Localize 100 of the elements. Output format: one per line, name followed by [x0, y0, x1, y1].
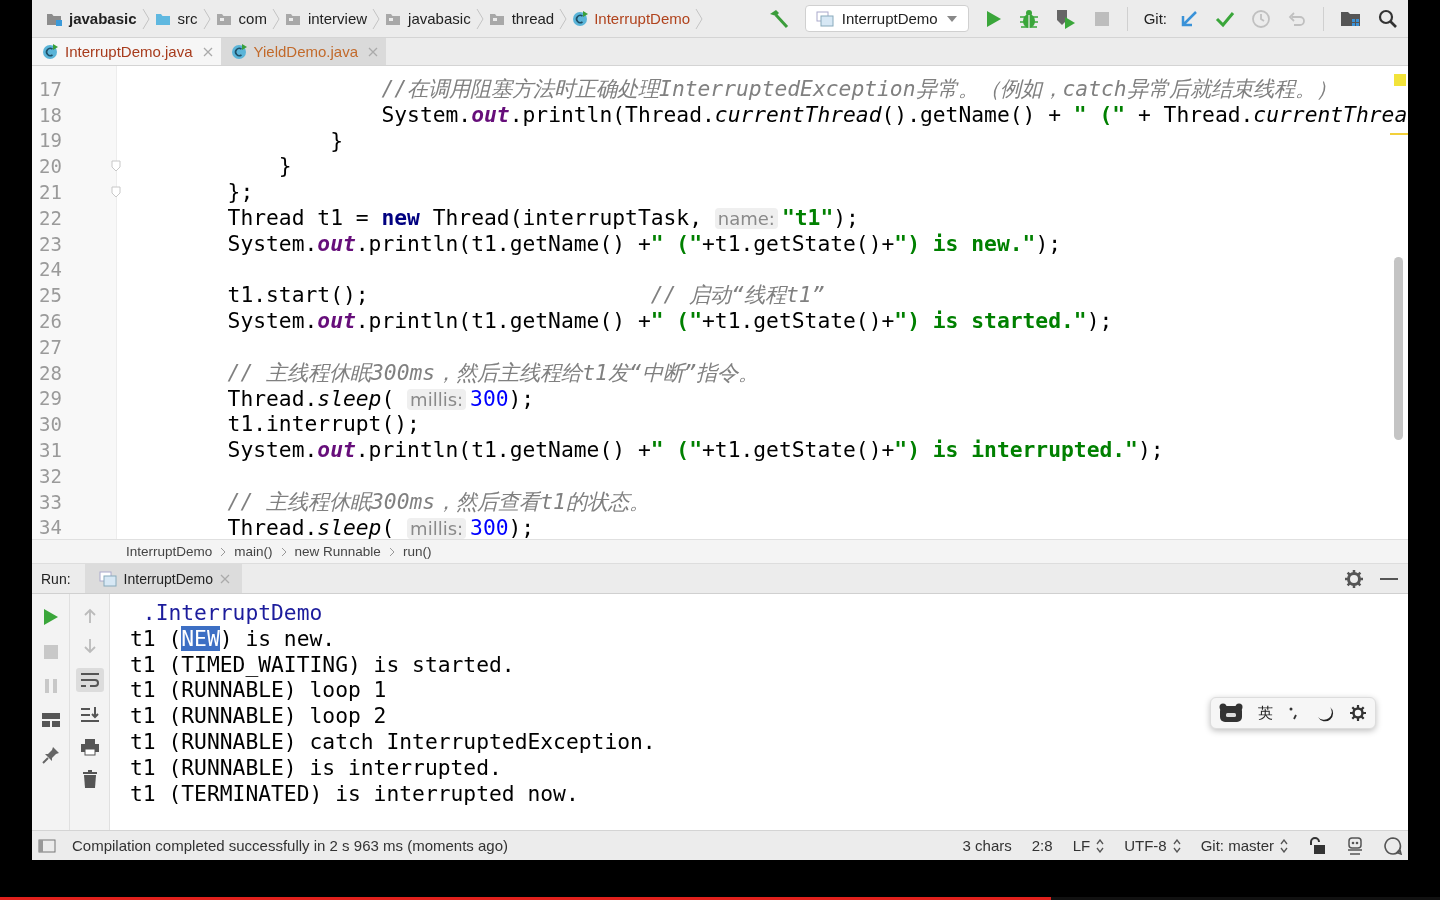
run-icon[interactable] [984, 8, 1003, 29]
console-line: t1 (NEW) is new. [130, 625, 336, 652]
line-number: 28 [39, 361, 62, 384]
pin-icon[interactable] [41, 746, 60, 764]
chevron-icon [220, 546, 227, 557]
shield-play-icon[interactable] [1054, 7, 1077, 30]
breadcrumb-item[interactable]: run() [402, 544, 432, 559]
breadcrumb-item[interactable]: new Runnable [294, 544, 381, 559]
encoding-widget[interactable]: UTF-8 [1124, 837, 1181, 854]
inspector-icon[interactable] [1346, 835, 1364, 856]
line-number: 31 [39, 439, 62, 462]
close-icon[interactable] [202, 46, 213, 57]
code-line: } [277, 153, 292, 180]
status-message: Compilation completed successfully in 2 s 963 ms (moments ago) [72, 837, 509, 854]
stop-icon[interactable] [1092, 9, 1111, 28]
code-line: } [329, 127, 343, 154]
warning-marker[interactable] [1394, 74, 1406, 86]
line-number: 33 [39, 490, 62, 513]
breadcrumb-item[interactable]: com [215, 10, 267, 27]
run-label: Run: [41, 570, 71, 587]
printer-icon[interactable] [79, 738, 100, 756]
chevron-icon [141, 7, 150, 30]
code-line: t1.start(); // 启动“线程t1” [226, 282, 825, 309]
video-progress-track[interactable] [0, 897, 1440, 900]
fold-marker-icon[interactable] [111, 186, 121, 199]
code-line: // 主线程休眠300ms，然后主线程给t1发“中断”指令。 [226, 359, 760, 386]
code-line: Thread.sleep( millis: 300); [226, 385, 535, 412]
breadcrumb-item[interactable]: javabasic [385, 10, 471, 27]
search-icon[interactable] [1378, 8, 1398, 29]
up-arrow-icon[interactable] [82, 608, 97, 624]
console-line: t1 (RUNNABLE) loop 1 [130, 677, 387, 704]
class-icon [572, 10, 590, 27]
line-number: 30 [39, 413, 62, 436]
line-number: 25 [39, 284, 62, 307]
line-number: 32 [39, 464, 62, 487]
console-line: t1 (TERMINATED) is interrupted now. [130, 780, 579, 807]
breadcrumb-item[interactable]: thread [488, 10, 555, 27]
chevron-icon [388, 546, 395, 557]
code-line: // 主线程休眠300ms，然后查看t1的状态。 [226, 488, 650, 515]
run-icon[interactable] [42, 608, 59, 626]
warning-marker[interactable] [1390, 133, 1408, 135]
breadcrumb-item[interactable]: main() [234, 544, 273, 559]
code-line: System.out.println(t1.getName() +" ("+t1.getState()+") is interrupted."); [226, 437, 1164, 463]
bug-icon[interactable] [1018, 8, 1039, 29]
line-separator-widget[interactable]: LF [1072, 837, 1105, 854]
layout-icon[interactable] [40, 712, 61, 728]
code-line: Thread.sleep( millis: 300); [226, 514, 535, 539]
close-icon[interactable] [368, 46, 379, 57]
console-line: t1 (TIMED_WAITING) is started. [130, 651, 515, 678]
arrow-icon[interactable] [1179, 8, 1199, 29]
up-down-icon [1280, 838, 1288, 853]
chevron-icon [475, 7, 484, 30]
git-label: Git: [1143, 10, 1167, 27]
chevron-icon [202, 7, 211, 30]
console-line: t1 (RUNNABLE) catch InterruptedException. [130, 729, 656, 755]
window-icon [815, 10, 834, 27]
line-number: 19 [39, 129, 62, 152]
clock-icon[interactable] [1251, 8, 1271, 29]
settings-icon[interactable] [1344, 568, 1364, 589]
settings-icon[interactable] [1349, 704, 1368, 722]
up-down-icon [1172, 838, 1181, 853]
fold-marker-icon[interactable] [111, 160, 121, 173]
breadcrumb-item[interactable]: javabasic [46, 10, 137, 27]
window-icon [98, 570, 117, 587]
line-number: 21 [39, 181, 62, 204]
line-number: 34 [39, 516, 62, 539]
selection-count: 3 chars [962, 837, 1012, 854]
panel-toggle-icon[interactable] [38, 838, 56, 853]
pause-icon[interactable] [42, 678, 59, 694]
chevron-icon [280, 546, 287, 557]
breadcrumb-item[interactable]: src [154, 10, 198, 27]
soft-wrap-button[interactable] [75, 668, 104, 692]
scrollbar-thumb[interactable] [1394, 257, 1403, 440]
class-icon [230, 43, 248, 60]
breadcrumb-item[interactable]: interview [284, 10, 368, 27]
line-number: 22 [39, 206, 62, 229]
line-number: 18 [39, 103, 62, 126]
run-tab[interactable]: InterruptDemo [84, 564, 243, 593]
code-line: //在调用阻塞方法时正确处理InterruptedException异常。（例如，catch异常后就结束线程。） [380, 76, 1337, 102]
stop-icon[interactable] [42, 644, 59, 660]
lock-icon[interactable] [1308, 836, 1326, 855]
caret-position[interactable]: 2:8 [1031, 837, 1053, 854]
run-configuration-dropdown[interactable]: InterruptDemo [804, 5, 969, 32]
line-number: 27 [39, 335, 62, 358]
editor-tab[interactable]: InterruptDemo.java [32, 38, 221, 65]
wrap-icon [79, 671, 100, 689]
down-arrow-icon[interactable] [82, 638, 97, 654]
breadcrumb-item[interactable]: InterruptDemo [572, 10, 691, 27]
line-number: 23 [39, 232, 62, 255]
code-line: System.out.println(t1.getName() +" ("+t1.getState()+") is started."); [226, 308, 1113, 334]
line-number: 29 [39, 387, 62, 410]
bear-logo-icon[interactable] [1218, 703, 1243, 723]
close-icon[interactable] [220, 573, 231, 584]
chat-bubble-icon[interactable] [1384, 836, 1402, 855]
trash-icon[interactable] [81, 770, 98, 788]
language-toggle[interactable]: 英 [1258, 703, 1274, 723]
git-branch-widget[interactable]: Git: master [1200, 837, 1288, 854]
scroll-end-icon[interactable] [79, 706, 100, 724]
line-number: 20 [39, 155, 62, 178]
breadcrumb-item[interactable]: InterruptDemo [126, 544, 213, 559]
